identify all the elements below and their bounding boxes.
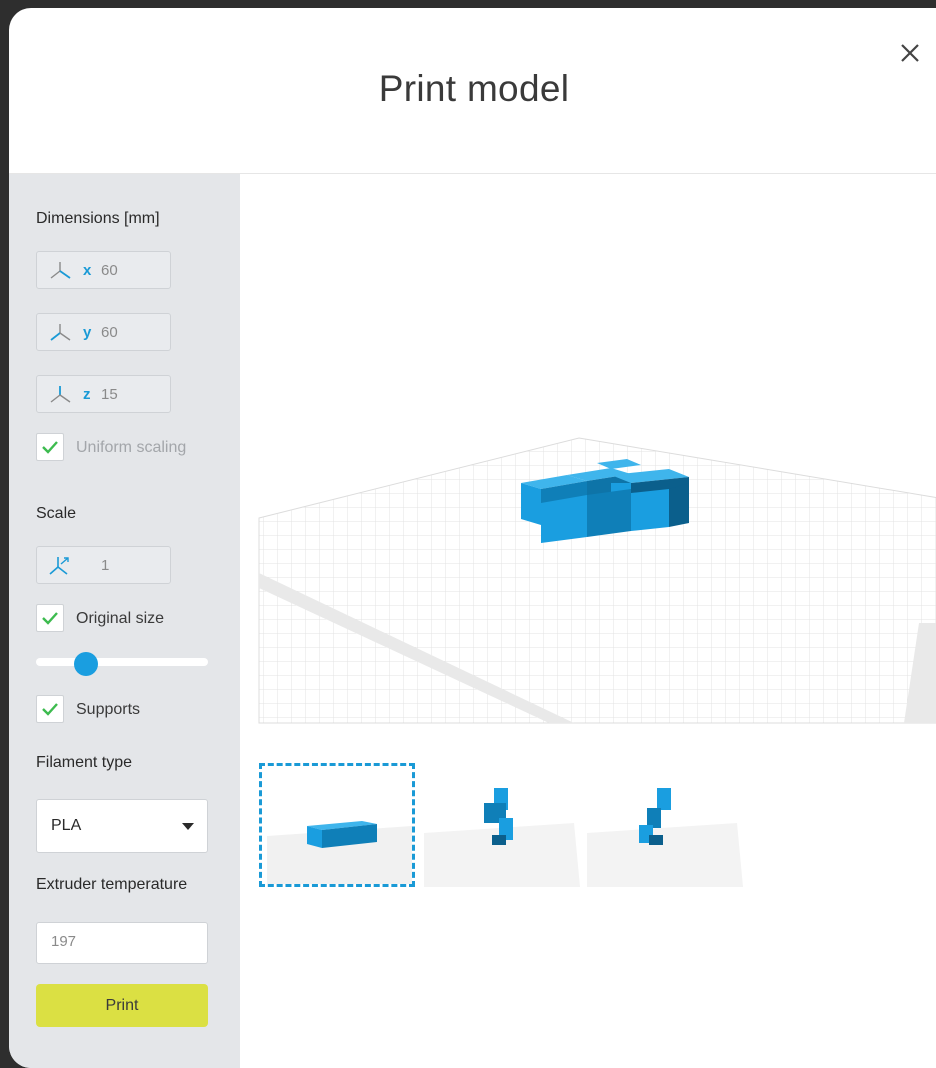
dialog-header: Print model (9, 8, 936, 174)
scale-slider-thumb[interactable] (73, 652, 98, 676)
uniform-scaling-label: Uniform scaling (76, 439, 187, 456)
dimension-y-field[interactable]: y 60 (36, 313, 171, 351)
scale-field[interactable]: 1 (36, 546, 171, 584)
original-size-label: Original size (76, 610, 165, 627)
settings-sidebar: Dimensions [mm] x 60 y 60 z 15 Uniform s… (9, 174, 240, 1068)
axis-z-icon (50, 386, 71, 403)
supports-checkbox[interactable] (36, 695, 64, 723)
thumbnail-top-view[interactable] (587, 763, 743, 887)
checkmark-icon (42, 703, 58, 716)
close-icon[interactable] (895, 38, 925, 68)
scale-value: 1 (101, 557, 110, 574)
axis-y-letter: y (83, 324, 92, 341)
thumbnail-side-view[interactable] (424, 763, 580, 887)
dimension-x-value: 60 (101, 262, 118, 279)
extruder-temperature-input[interactable]: 197 (36, 922, 208, 964)
top-view-preview (587, 788, 743, 887)
axis-z-letter: z (83, 386, 91, 403)
scale-axes-icon (49, 557, 69, 575)
scale-slider-track[interactable] (36, 658, 208, 666)
filament-type-select[interactable]: PLA (36, 799, 208, 853)
front-view-preview (267, 821, 412, 884)
axis-x-letter: x (83, 262, 92, 279)
extruder-temperature-label: Extruder temperature (36, 876, 188, 893)
model-viewport[interactable] (249, 423, 936, 728)
checkmark-icon (42, 441, 58, 454)
dimension-x-field[interactable]: x 60 (36, 251, 171, 289)
print-button[interactable]: Print (36, 984, 208, 1027)
supports-label: Supports (76, 701, 141, 718)
axis-y-icon (50, 324, 71, 341)
dimension-y-value: 60 (101, 324, 118, 341)
chevron-down-icon (182, 823, 194, 830)
thumbnail-front-view[interactable] (259, 763, 415, 887)
filament-type-label: Filament type (36, 754, 133, 771)
side-view-preview (424, 788, 580, 887)
dialog-title: Print model (378, 68, 570, 109)
dimensions-label: Dimensions [mm] (36, 210, 160, 227)
checkmark-icon (42, 612, 58, 625)
dimension-z-field[interactable]: z 15 (36, 375, 171, 413)
axis-x-icon (50, 262, 71, 279)
uniform-scaling-checkbox[interactable] (36, 433, 64, 461)
original-size-checkbox[interactable] (36, 604, 64, 632)
dimension-z-value: 15 (101, 386, 118, 403)
filament-selected-value: PLA (51, 817, 82, 834)
scale-label: Scale (36, 505, 77, 522)
print-model-dialog: Print model Dimensions [mm] x 60 y 60 z … (9, 8, 936, 1068)
